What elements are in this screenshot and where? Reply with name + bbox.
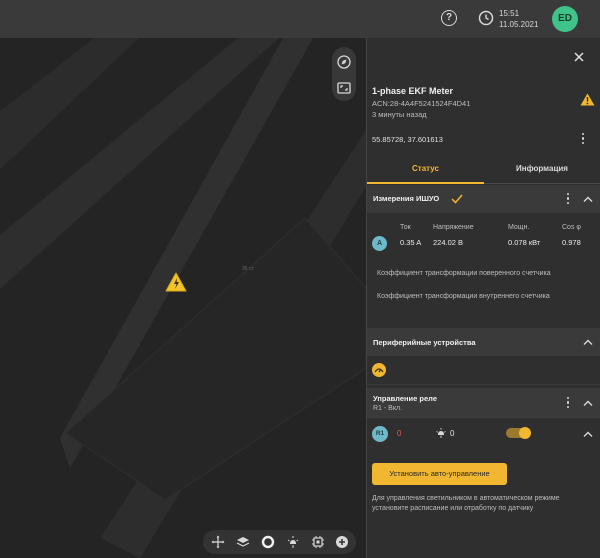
- fullscreen-icon[interactable]: [332, 76, 356, 100]
- relay-subtitle: R1 - Вкл.: [373, 405, 403, 412]
- map-bottom-toolbar: [203, 530, 356, 554]
- map-view[interactable]: 35 ст: [0, 38, 366, 558]
- header-power: Мощн.: [508, 224, 530, 231]
- avatar[interactable]: ED: [552, 6, 578, 32]
- plus-icon[interactable]: [335, 535, 349, 549]
- device-last-seen: 3 минуты назад: [372, 110, 427, 119]
- peripherals-title: Периферийные устройства: [373, 338, 476, 347]
- circle-icon[interactable]: [261, 535, 275, 549]
- value-cosphi: 0.978: [562, 238, 581, 247]
- device-menu-icon[interactable]: [581, 133, 585, 145]
- measurements-menu-icon[interactable]: [566, 193, 570, 205]
- relay-state-value: 0: [397, 429, 402, 438]
- header-cosphi: Cos φ: [562, 224, 581, 231]
- toggle-knob: [519, 427, 531, 439]
- measurements-title: Измерения ИШУО: [373, 194, 440, 203]
- layers-icon[interactable]: [236, 535, 250, 549]
- lamp-icon[interactable]: [286, 535, 300, 549]
- sensor-icon[interactable]: [371, 362, 387, 378]
- set-auto-control-button[interactable]: Установить авто-управление: [372, 463, 507, 485]
- date-text: 11.05.2021: [499, 20, 539, 29]
- phase-badge: A: [372, 236, 387, 251]
- warning-icon: [580, 93, 595, 106]
- coef-verified-meter: Коэффициент трансформации поверенного сч…: [377, 270, 551, 277]
- auto-control-note: Для управления светильником в автоматиче…: [372, 495, 560, 512]
- checkmark-icon: [451, 194, 463, 204]
- chevron-up-icon[interactable]: [583, 338, 593, 346]
- relay-badge: R1: [372, 426, 388, 442]
- header-current: Ток: [400, 224, 411, 231]
- tab-info[interactable]: Информация: [484, 158, 600, 184]
- chip-icon[interactable]: [311, 535, 325, 549]
- coef-internal-meter: Коэффициент трансформации внутреннего сч…: [377, 293, 550, 300]
- help-icon[interactable]: ?: [441, 10, 457, 26]
- value-voltage: 224.02 В: [433, 238, 464, 247]
- relay-menu-icon[interactable]: [566, 397, 570, 409]
- tab-status[interactable]: Статус: [367, 158, 484, 184]
- chevron-up-icon[interactable]: [583, 399, 593, 407]
- close-icon[interactable]: [572, 50, 586, 64]
- map-controls: [332, 47, 356, 101]
- clock-icon: [478, 10, 494, 26]
- map-streets: [0, 38, 366, 558]
- chevron-up-icon[interactable]: [583, 430, 593, 438]
- relay-title: Управление реле: [373, 394, 437, 403]
- relay-toggle[interactable]: [506, 427, 531, 439]
- building-label: 35 ст: [242, 266, 254, 272]
- lamp-icon: [436, 428, 446, 438]
- device-title: 1-phase EKF Meter: [372, 86, 454, 96]
- chevron-up-icon[interactable]: [583, 195, 593, 203]
- top-bar: ? 15:51 11.05.2021 ED: [0, 0, 600, 38]
- relay-lamp-count: 0: [450, 429, 455, 438]
- device-acn: ACN:28-4A4F5241524F4D41: [372, 99, 471, 108]
- value-power: 0.078 кВт: [508, 238, 541, 247]
- datetime: 15:51 11.05.2021: [499, 8, 538, 30]
- header-voltage: Напряжение: [433, 224, 474, 231]
- compass-icon[interactable]: [332, 50, 356, 74]
- time-text: 15:51: [499, 9, 520, 18]
- warning-marker-icon[interactable]: [165, 272, 187, 292]
- divider: [367, 384, 600, 385]
- move-icon[interactable]: [211, 535, 225, 549]
- value-current: 0.35 A: [400, 238, 422, 247]
- peripherals-header[interactable]: Периферийные устройства: [367, 328, 600, 356]
- device-coordinates: 55.85728, 37.601613: [372, 135, 443, 144]
